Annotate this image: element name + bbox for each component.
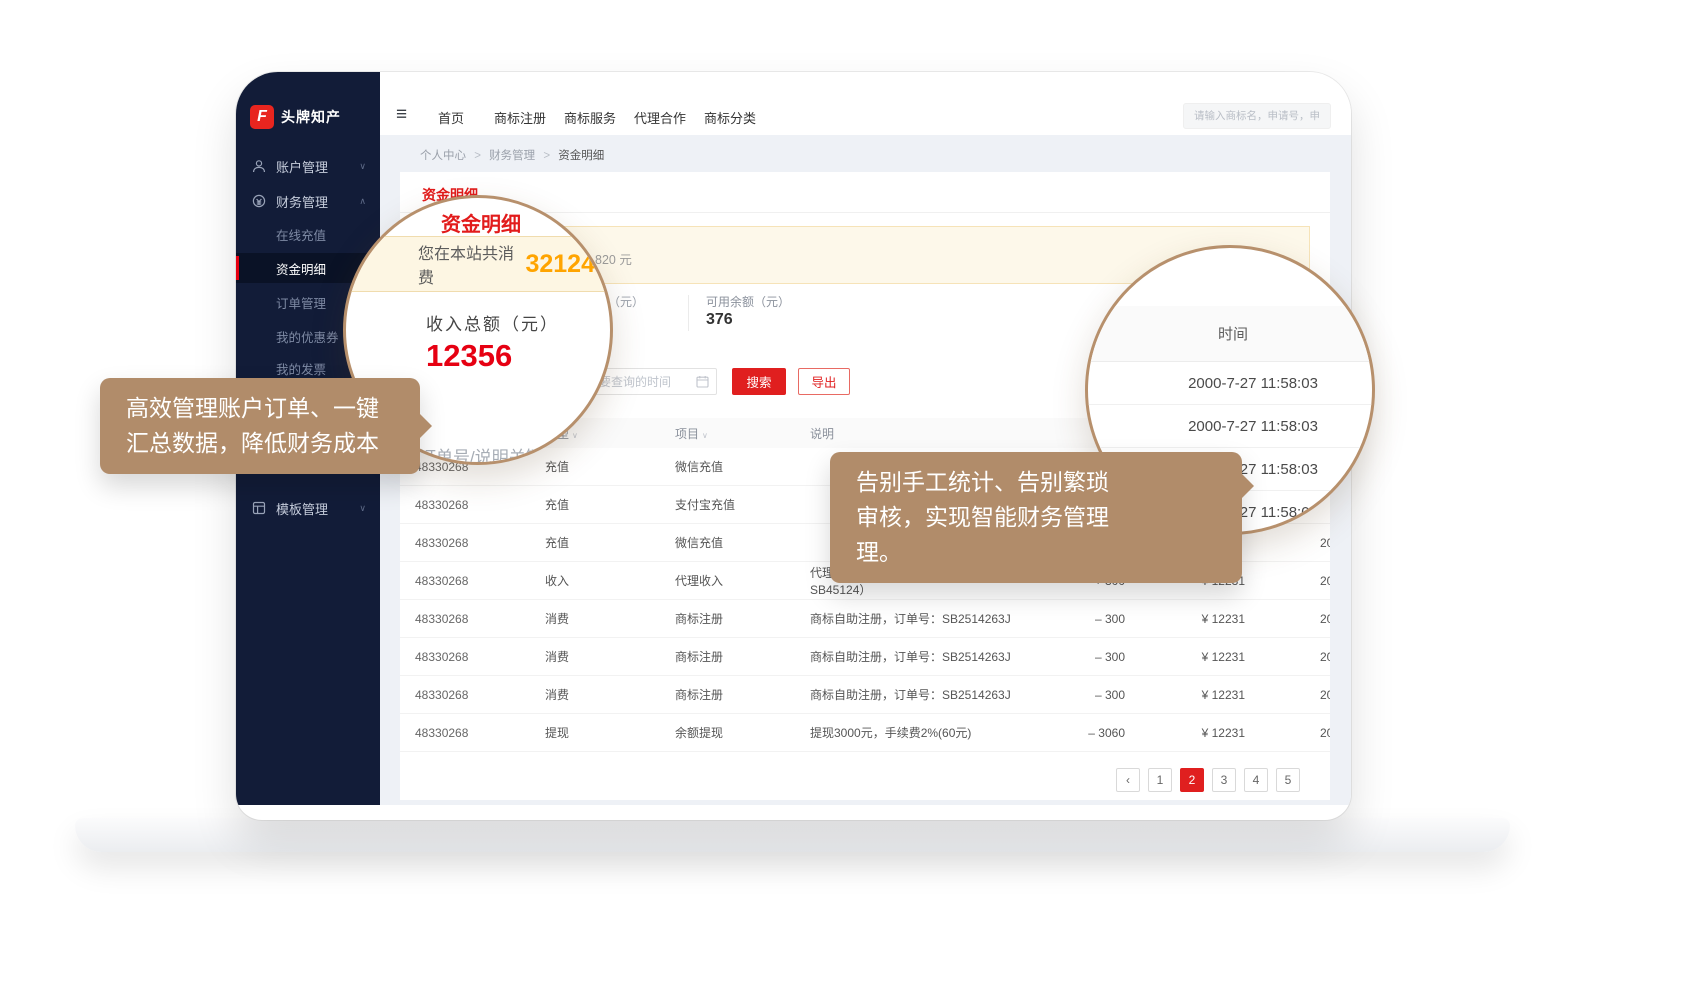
- sidebar-item-account[interactable]: 账户管理 ∨: [236, 150, 380, 182]
- chevron-down-icon: ∨: [359, 503, 366, 514]
- callout-line: 汇总数据，降低财务成本: [126, 426, 394, 461]
- pagination: ‹ 1 2 3 4 5: [400, 768, 1300, 792]
- calendar-icon: [696, 375, 709, 388]
- nav-trademark-register[interactable]: 商标注册: [494, 108, 546, 127]
- laptop-base: [75, 818, 1510, 852]
- pagination-prev[interactable]: ‹: [1116, 768, 1140, 792]
- lens-tab-title: 资金明细: [441, 208, 521, 237]
- search-button[interactable]: 搜索: [732, 368, 786, 395]
- breadcrumb-separator: >: [543, 150, 550, 162]
- callout-line: 告别手工统计、告别繁琐: [856, 465, 1216, 500]
- lens-time-row: 2000-7-27 11:58:03: [1088, 405, 1375, 448]
- table-row: 48330268 消费 商标注册 商标自助注册，订单号：SB2514263J –…: [400, 600, 1330, 638]
- breadcrumb-separator: >: [474, 150, 481, 162]
- breadcrumb-personal-center[interactable]: 个人中心: [420, 150, 466, 162]
- brand-name: 头牌知产: [281, 107, 341, 127]
- sidebar-item-label: 财务管理: [276, 192, 359, 211]
- table-row: 48330268 消费 商标注册 商标自助注册，订单号：SB2514263J –…: [400, 638, 1330, 676]
- user-icon: [252, 159, 266, 173]
- hamburger-menu-icon[interactable]: ≡: [396, 104, 407, 126]
- sort-caret-icon: ∨: [702, 431, 708, 440]
- lens-income-label: 收入总额（元）: [426, 310, 559, 335]
- callout-line: 理。: [856, 535, 1216, 570]
- sidebar-item-label: 账户管理: [276, 157, 359, 176]
- brand: F 头牌知产: [250, 102, 370, 132]
- export-button[interactable]: 导出: [798, 368, 850, 395]
- lens-time-header: 时间: [1088, 306, 1375, 362]
- balance-value: 376: [706, 311, 733, 329]
- pagination-page-2-active[interactable]: 2: [1180, 768, 1204, 792]
- table-row: 48330268 消费 商标注册 商标自助注册，订单号：SB2514263J –…: [400, 676, 1330, 714]
- top-navbar: ≡ 首页 商标注册 商标服务 代理合作 商标分类: [380, 72, 1351, 135]
- callout-left: 高效管理账户订单、一键 汇总数据，降低财务成本: [100, 378, 420, 474]
- breadcrumb-bar: 个人中心 > 财务管理 > 资金明细: [380, 135, 1351, 172]
- callout-line: 审核，实现智能财务管理: [856, 500, 1216, 535]
- sort-caret-icon: ∨: [572, 431, 578, 440]
- callout-line: 高效管理账户订单、一键: [126, 391, 394, 426]
- nav-trademark-services[interactable]: 商标服务: [564, 108, 616, 127]
- table-row: 48330268 提现 余额提现 提现3000元，手续费2%(60元) – 30…: [400, 714, 1330, 752]
- trademark-search-input[interactable]: [1183, 103, 1331, 129]
- breadcrumb-finance[interactable]: 财务管理: [489, 150, 535, 162]
- stat-label-partial: （元）: [608, 293, 644, 310]
- lens-consumption-banner: 您在本站共消费 32124 元: [346, 236, 613, 292]
- pagination-page-3[interactable]: 3: [1212, 768, 1236, 792]
- template-icon: [252, 501, 266, 515]
- breadcrumb: 个人中心 > 财务管理 > 资金明细: [420, 147, 604, 163]
- stat-divider: [688, 295, 689, 331]
- nav-agency[interactable]: 代理合作: [634, 108, 686, 127]
- header-desc: 说明: [810, 425, 1015, 442]
- sidebar-item-label: 模板管理: [276, 499, 359, 518]
- tab-row: 资金明细: [400, 172, 1330, 213]
- pagination-page-4[interactable]: 4: [1244, 768, 1268, 792]
- chevron-down-icon: ∨: [359, 161, 366, 172]
- brand-logo-icon: F: [250, 105, 274, 129]
- nav-home[interactable]: 首页: [438, 108, 464, 127]
- lens-time-row: 2000-7-27 11:58:03: [1088, 362, 1375, 405]
- balance-label: 可用余额（元）: [706, 293, 790, 310]
- header-project[interactable]: 项目∨: [675, 425, 810, 442]
- pagination-page-5[interactable]: 5: [1276, 768, 1300, 792]
- lens-consumption-value: 32124: [525, 250, 595, 279]
- callout-right: 告别手工统计、告别繁琐 审核，实现智能财务管理 理。: [830, 452, 1242, 583]
- lens-income-value: 12356: [426, 338, 512, 374]
- breadcrumb-current: 资金明细: [558, 150, 604, 162]
- lens-column-header: 订单号/说明关键字: [419, 443, 560, 465]
- chevron-up-icon: ∧: [359, 196, 366, 207]
- sidebar-item-finance[interactable]: 财务管理 ∧: [236, 185, 380, 217]
- sidebar-item-templates[interactable]: 模板管理 ∨: [236, 492, 380, 524]
- finance-icon: [252, 194, 266, 208]
- pagination-page-1[interactable]: 1: [1148, 768, 1172, 792]
- nav-trademark-category[interactable]: 商标分类: [704, 108, 756, 127]
